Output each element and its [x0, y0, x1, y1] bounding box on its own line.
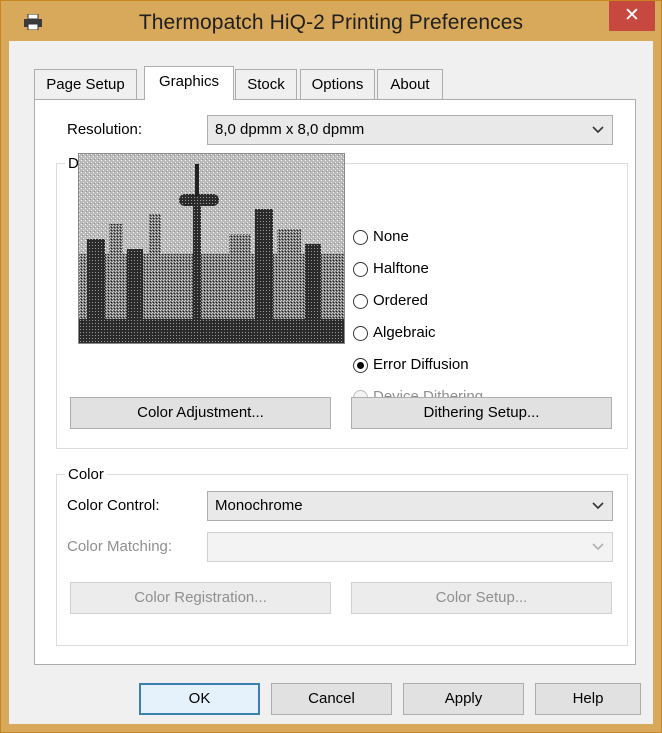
color-matching-select[interactable]	[207, 532, 613, 562]
window-title: Thermopatch HiQ-2 Printing Preferences	[138, 11, 524, 34]
color-group-title: Color	[65, 466, 107, 483]
apply-button[interactable]: Apply	[403, 683, 524, 715]
radio-circle	[353, 230, 368, 245]
chevron-down-icon	[592, 502, 604, 510]
radio-circle	[353, 358, 368, 373]
radio-circle	[353, 326, 368, 341]
color-registration-button[interactable]: Color Registration...	[70, 582, 331, 614]
graphics-tab-panel: Resolution: 8,0 dpmm x 8,0 dpmm Ditherin…	[34, 99, 636, 665]
close-icon: ✕	[624, 5, 640, 26]
radio-label: Error Diffusion	[373, 356, 469, 373]
tab-label: Options	[311, 76, 364, 93]
tab-label: Graphics	[158, 73, 220, 90]
radio-label: None	[373, 228, 409, 245]
radio-circle	[353, 294, 368, 309]
ok-button[interactable]: OK	[139, 683, 260, 715]
color-control-select[interactable]: Monochrome	[207, 491, 613, 521]
dithering-setup-button[interactable]: Dithering Setup...	[351, 397, 612, 429]
radio-circle	[353, 262, 368, 277]
cancel-button[interactable]: Cancel	[271, 683, 392, 715]
radio-label: Algebraic	[373, 324, 436, 341]
close-button[interactable]: ✕	[609, 1, 655, 31]
radio-selected-dot	[357, 362, 364, 369]
dialog-client-area: Page Setup Graphics Stock Options About …	[9, 41, 653, 724]
tab-label: Stock	[247, 76, 285, 93]
resolution-value: 8,0 dpmm x 8,0 dpmm	[215, 121, 365, 138]
resolution-label: Resolution:	[67, 121, 143, 138]
chevron-down-icon	[592, 543, 604, 551]
tab-page-setup[interactable]: Page Setup	[34, 69, 137, 99]
resolution-select[interactable]: 8,0 dpmm x 8,0 dpmm	[207, 115, 613, 145]
color-control-label: Color Control:	[67, 497, 160, 514]
tab-stock[interactable]: Stock	[235, 69, 297, 99]
printing-preferences-window: Thermopatch HiQ-2 Printing Preferences ✕…	[0, 0, 662, 733]
chevron-down-icon	[592, 126, 604, 134]
tab-graphics[interactable]: Graphics	[144, 66, 234, 100]
tab-options[interactable]: Options	[300, 69, 375, 99]
color-setup-button[interactable]: Color Setup...	[351, 582, 612, 614]
tab-about[interactable]: About	[377, 69, 443, 99]
tab-label: About	[390, 76, 430, 93]
color-matching-label: Color Matching:	[67, 538, 173, 555]
dithering-preview-image	[78, 153, 345, 344]
title-bar[interactable]: Thermopatch HiQ-2 Printing Preferences ✕	[1, 1, 661, 41]
radio-label: Halftone	[373, 260, 429, 277]
color-adjustment-button[interactable]: Color Adjustment...	[70, 397, 331, 429]
color-control-value: Monochrome	[215, 497, 303, 514]
help-button[interactable]: Help	[535, 683, 641, 715]
tab-label: Page Setup	[46, 76, 125, 93]
radio-label: Ordered	[373, 292, 429, 309]
